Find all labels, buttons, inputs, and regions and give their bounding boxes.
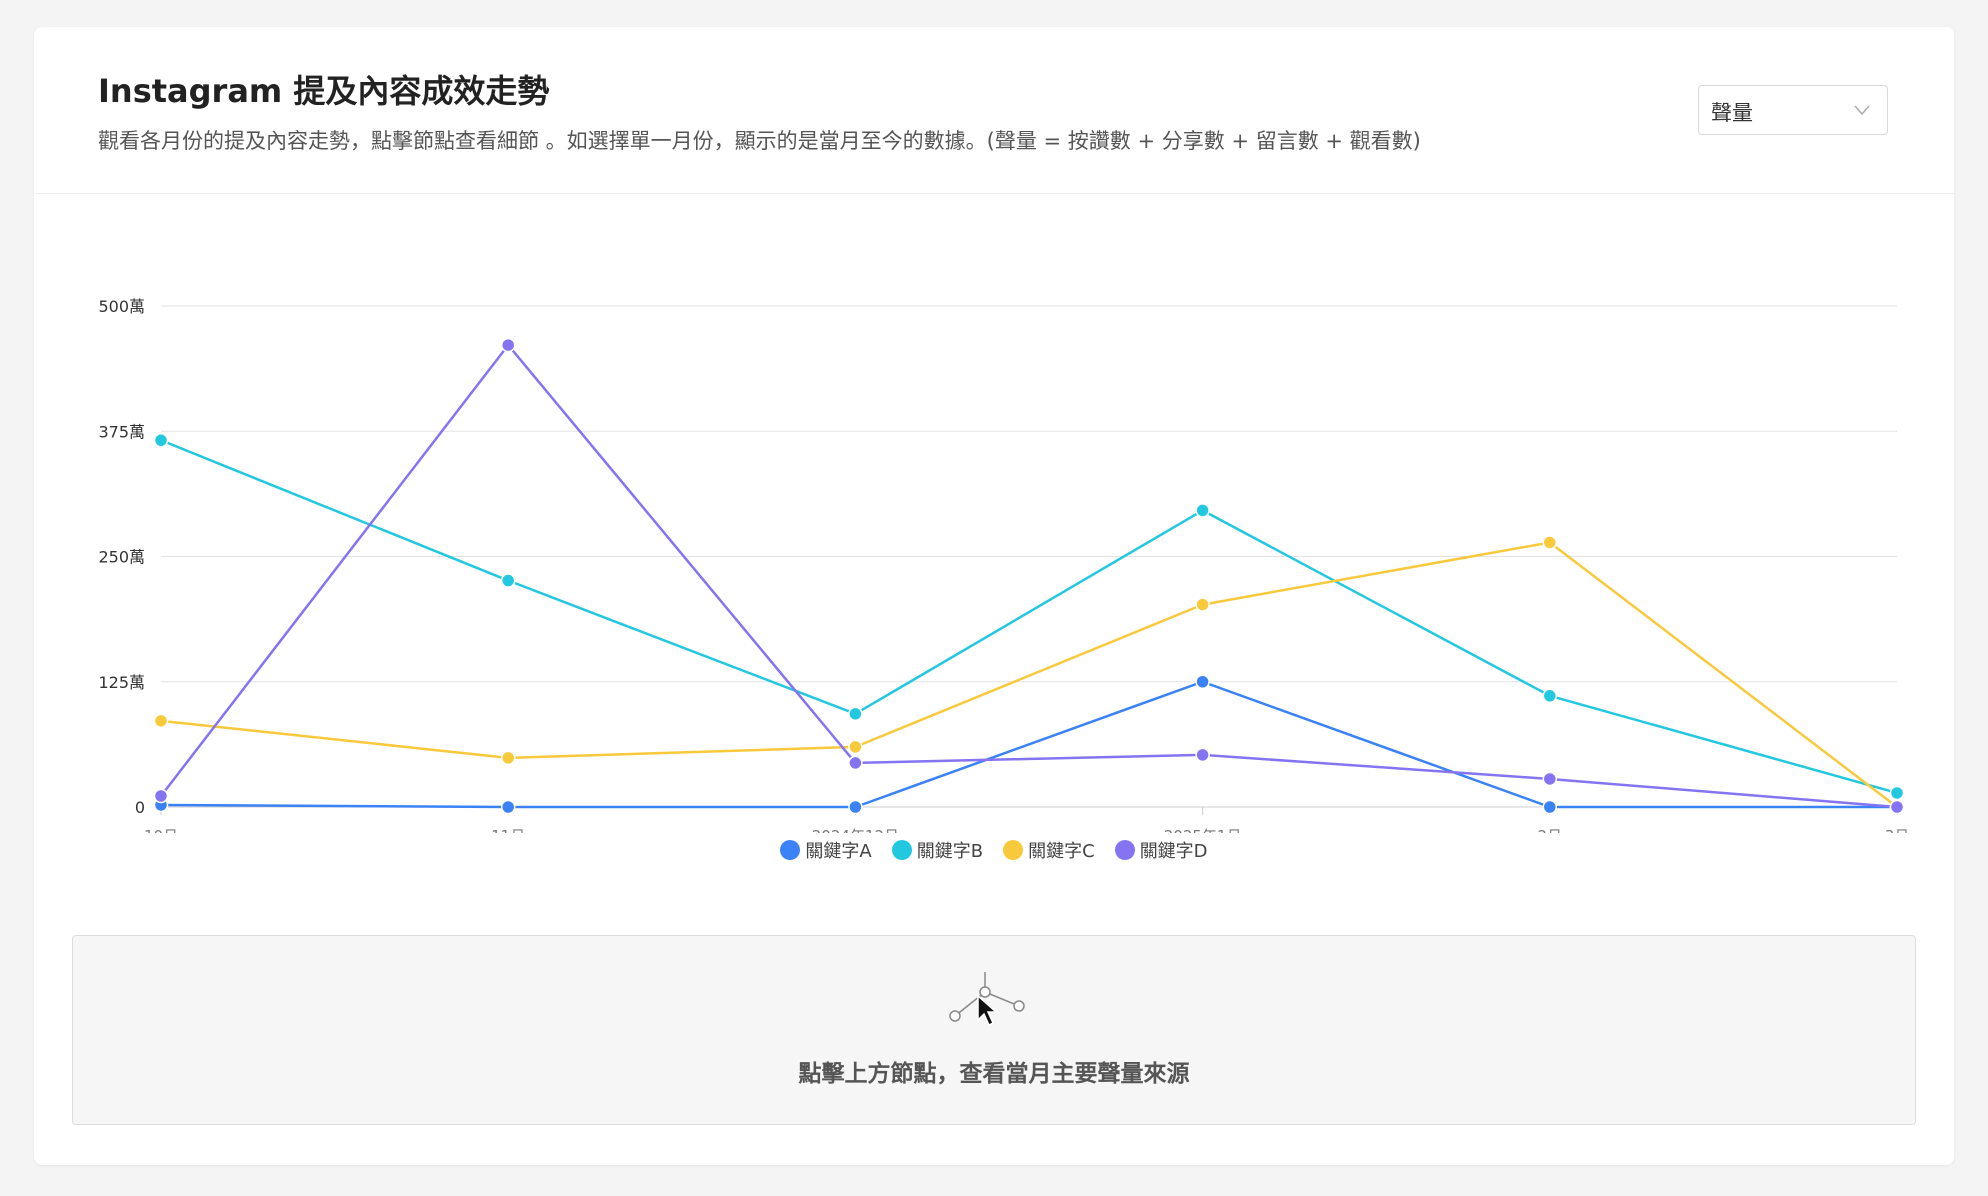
legend-dot-icon <box>1003 840 1024 860</box>
line-chart: 0 125萬 250萬 375萬 500萬 10月 11月 2024年12月 2025年1月 2月… <box>98 297 1910 833</box>
metric-select-value: 聲量 <box>1711 101 1753 125</box>
page-subtitle: 觀看各月份的提及內容走勢，點擊節點查看細節 。如選擇單一月份，顯示的是當月至今的… <box>98 129 1421 153</box>
legend-item[interactable]: 關鍵字A <box>780 837 872 863</box>
data-point[interactable] <box>153 433 169 448</box>
series-line-3 <box>160 541 1898 808</box>
data-point[interactable] <box>500 337 516 353</box>
data-point[interactable] <box>1195 597 1210 612</box>
legend-label: 關鍵字D <box>1139 841 1208 862</box>
x-tick-label: 11月 <box>491 827 525 833</box>
series-line-1 <box>160 680 1897 809</box>
y-tick-label: 250萬 <box>98 548 145 567</box>
data-point[interactable] <box>1542 688 1558 704</box>
legend-item[interactable]: 關鍵字C <box>1003 837 1095 863</box>
legend-dot-icon <box>891 840 912 860</box>
data-point[interactable] <box>500 799 516 815</box>
data-point[interactable] <box>1195 674 1210 689</box>
data-point[interactable] <box>848 799 863 815</box>
data-point[interactable] <box>1195 747 1210 763</box>
data-point[interactable] <box>848 706 863 722</box>
data-point[interactable] <box>1542 771 1558 787</box>
series-line-4 <box>160 343 1898 809</box>
metric-select[interactable]: 聲量 <box>1698 85 1888 135</box>
chart-card: Instagram 提及內容成效走勢 觀看各月份的提及內容走勢，點擊節點查看細節… <box>34 27 1954 1165</box>
page-title: Instagram 提及內容成效走勢 <box>98 72 550 110</box>
data-point[interactable] <box>500 750 516 766</box>
data-point[interactable] <box>848 739 863 755</box>
y-tick-label: 125萬 <box>98 673 145 692</box>
legend-dot-icon <box>1114 840 1135 860</box>
detail-panel: 點擊上方節點，查看當月主要聲量來源 <box>72 935 1916 1125</box>
data-point[interactable] <box>1889 785 1905 801</box>
node-click-icon <box>947 972 1027 1042</box>
card-header: Instagram 提及內容成效走勢 觀看各月份的提及內容走勢，點擊節點查看細節… <box>34 27 1954 194</box>
legend-item[interactable]: 關鍵字B <box>891 837 984 863</box>
x-tick-label: 10月 <box>144 827 178 833</box>
data-point[interactable] <box>500 573 516 588</box>
x-tick-label: 2025年1月 <box>1164 827 1242 833</box>
legend-label: 關鍵字B <box>916 841 984 862</box>
x-tick-label: 3月 <box>1885 827 1910 833</box>
y-tick-label: 0 <box>135 798 145 817</box>
data-point[interactable] <box>1542 535 1558 550</box>
data-point[interactable] <box>1889 799 1905 815</box>
legend-dot-icon <box>780 840 801 860</box>
data-point[interactable] <box>153 713 169 729</box>
chart-legend: 關鍵字A 關鍵字B 關鍵字C 關鍵字D <box>34 837 1954 863</box>
series-line-2 <box>160 439 1898 795</box>
legend-label: 關鍵字C <box>1028 841 1095 862</box>
data-point[interactable] <box>153 788 169 804</box>
legend-item[interactable]: 關鍵字D <box>1114 837 1208 863</box>
chevron-down-icon <box>1853 102 1871 121</box>
x-tick-label: 2月 <box>1538 827 1563 833</box>
detail-hint-text: 點擊上方節點，查看當月主要聲量來源 <box>798 1061 1190 1087</box>
legend-label: 關鍵字A <box>805 841 872 862</box>
data-point[interactable] <box>1195 503 1210 518</box>
y-tick-label: 375萬 <box>98 422 145 441</box>
x-tick-label: 2024年12月 <box>812 827 899 833</box>
data-point[interactable] <box>848 755 863 771</box>
y-tick-label: 500萬 <box>98 297 145 316</box>
data-point[interactable] <box>1542 799 1558 815</box>
